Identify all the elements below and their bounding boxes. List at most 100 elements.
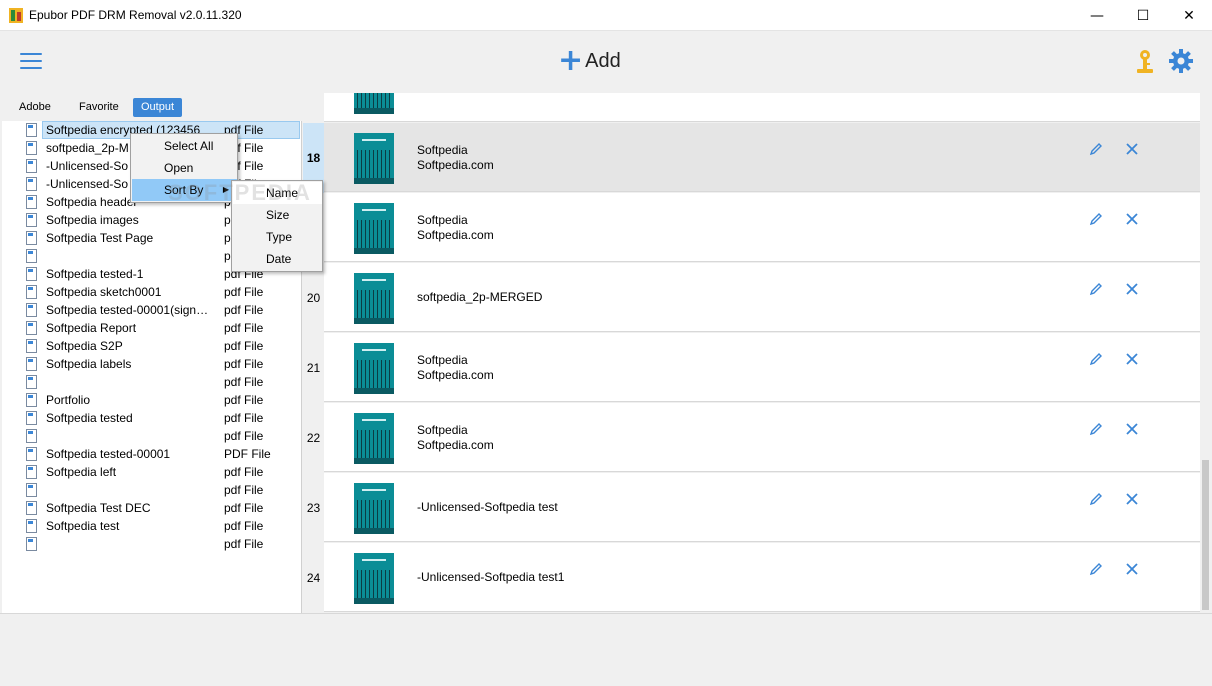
book-title: -Unlicensed-Softpedia test1 <box>417 570 565 584</box>
add-label: Add <box>585 49 621 72</box>
book-row[interactable]: 20 softpedia_2p-MERGED <box>303 263 1200 333</box>
file-row[interactable]: pdf File <box>2 427 302 445</box>
file-name: Softpedia tested <box>46 411 133 425</box>
key-icon[interactable] <box>1134 49 1156 75</box>
sort-item-date[interactable]: Date <box>233 248 322 270</box>
book-card: Softpedia Softpedia.com <box>324 193 1200 262</box>
file-row[interactable]: Softpedia tested-00001(sign… pdf File <box>2 301 302 319</box>
file-type: PDF File <box>224 447 271 461</box>
minimize-button[interactable]: — <box>1074 0 1120 31</box>
sort-item-type[interactable]: Type <box>233 226 322 248</box>
menu-item-open[interactable]: Open <box>132 157 237 179</box>
pdf-file-icon <box>26 375 37 389</box>
edit-icon[interactable] <box>1089 212 1103 226</box>
book-list: 18 Softpedia Softpedia.com Softpedia Softped… <box>303 93 1200 613</box>
maximize-button[interactable]: ☐ <box>1120 0 1166 31</box>
file-row[interactable]: Softpedia test pdf File <box>2 517 302 535</box>
file-name: Softpedia images <box>46 213 139 227</box>
file-row[interactable]: pdf File <box>2 481 302 499</box>
file-row[interactable]: pdf File <box>2 535 302 553</box>
edit-icon[interactable] <box>1089 142 1103 156</box>
menu-item-select-all[interactable]: Select All <box>132 135 237 157</box>
file-name: Softpedia tested-00001 <box>46 447 171 461</box>
delete-icon[interactable] <box>1126 563 1138 575</box>
delete-icon[interactable] <box>1126 213 1138 225</box>
file-row[interactable]: Softpedia labels pdf File <box>2 355 302 373</box>
row-number: 20 <box>303 263 324 333</box>
file-type: p <box>224 249 231 263</box>
book-card: -Unlicensed-Softpedia test1 <box>324 543 1200 612</box>
book-cover <box>354 413 394 464</box>
book-card <box>324 93 1200 122</box>
add-button[interactable]: + Add <box>558 43 621 78</box>
title-bar: Epubor PDF DRM Removal v2.0.11.320 — ☐ ✕ <box>0 0 1212 31</box>
book-row[interactable]: Softpedia Softpedia.com <box>303 193 1200 263</box>
edit-icon[interactable] <box>1089 562 1103 576</box>
pdf-file-icon <box>26 339 37 353</box>
file-row[interactable]: Softpedia left pdf File <box>2 463 302 481</box>
tab-favorite[interactable]: Favorite <box>71 98 127 117</box>
edit-icon[interactable] <box>1089 492 1103 506</box>
tab-adobe[interactable]: Adobe <box>11 98 59 117</box>
file-row[interactable]: Softpedia Report pdf File <box>2 319 302 337</box>
file-type: p <box>224 231 231 245</box>
file-row[interactable]: Softpedia tested-00001 PDF File <box>2 445 302 463</box>
edit-icon[interactable] <box>1089 422 1103 436</box>
row-number <box>303 93 324 123</box>
pdf-file-icon <box>26 195 37 209</box>
pdf-file-icon <box>26 141 37 155</box>
pdf-file-icon <box>26 249 37 263</box>
plus-icon: + <box>558 43 584 78</box>
edit-icon[interactable] <box>1089 352 1103 366</box>
file-type: pdf File <box>224 339 264 353</box>
file-type: pdf File <box>224 411 264 425</box>
file-name: Softpedia sketch0001 <box>46 285 162 299</box>
delete-icon[interactable] <box>1126 493 1138 505</box>
file-row[interactable]: Softpedia S2P pdf File <box>2 337 302 355</box>
delete-icon[interactable] <box>1126 353 1138 365</box>
book-title: Softpedia <box>417 143 468 157</box>
book-row[interactable]: 24 -Unlicensed-Softpedia test1 <box>303 543 1200 613</box>
book-cover <box>354 273 394 324</box>
file-name: Softpedia Report <box>46 321 137 335</box>
file-type: pdf File <box>224 321 264 335</box>
file-row[interactable]: Portfolio pdf File <box>2 391 302 409</box>
delete-icon[interactable] <box>1126 143 1138 155</box>
book-row[interactable]: 18 Softpedia Softpedia.com <box>303 123 1200 193</box>
book-row[interactable] <box>303 93 1200 123</box>
book-row[interactable]: 21 Softpedia Softpedia.com <box>303 333 1200 403</box>
file-row[interactable]: pdf File <box>2 373 302 391</box>
pdf-file-icon <box>26 447 37 461</box>
delete-icon[interactable] <box>1126 283 1138 295</box>
file-row[interactable]: Softpedia Test DEC pdf File <box>2 499 302 517</box>
book-author: Softpedia.com <box>417 368 494 382</box>
sort-item-size[interactable]: Size <box>233 204 322 226</box>
book-title: Softpedia <box>417 213 468 227</box>
pdf-file-icon <box>26 231 37 245</box>
scrollbar-thumb[interactable] <box>1202 460 1209 610</box>
book-meta: Softpedia Softpedia.com <box>417 213 494 243</box>
book-card: Softpedia Softpedia.com <box>324 403 1200 472</box>
edit-icon[interactable] <box>1089 282 1103 296</box>
book-meta: -Unlicensed-Softpedia test <box>417 500 558 515</box>
menu-icon[interactable] <box>20 53 42 69</box>
book-row[interactable]: 23 -Unlicensed-Softpedia test <box>303 473 1200 543</box>
book-row[interactable]: 22 Softpedia Softpedia.com <box>303 403 1200 473</box>
book-title: Softpedia <box>417 423 468 437</box>
book-cover <box>354 343 394 394</box>
delete-icon[interactable] <box>1126 423 1138 435</box>
file-row[interactable]: Softpedia sketch0001 pdf File <box>2 283 302 301</box>
pdf-file-icon <box>26 537 37 551</box>
book-author: Softpedia.com <box>417 158 494 172</box>
pdf-file-icon <box>26 177 37 191</box>
gear-icon[interactable] <box>1168 48 1194 74</box>
scrollbar[interactable] <box>1200 93 1211 613</box>
row-number: 24 <box>303 543 324 613</box>
book-meta: Softpedia Softpedia.com <box>417 353 494 383</box>
file-row[interactable]: Softpedia tested pdf File <box>2 409 302 427</box>
file-name: Softpedia Test DEC <box>46 501 151 515</box>
pdf-file-icon <box>26 483 37 497</box>
tab-output[interactable]: Output <box>133 98 183 117</box>
pdf-file-icon <box>26 267 37 281</box>
close-button[interactable]: ✕ <box>1166 0 1212 31</box>
